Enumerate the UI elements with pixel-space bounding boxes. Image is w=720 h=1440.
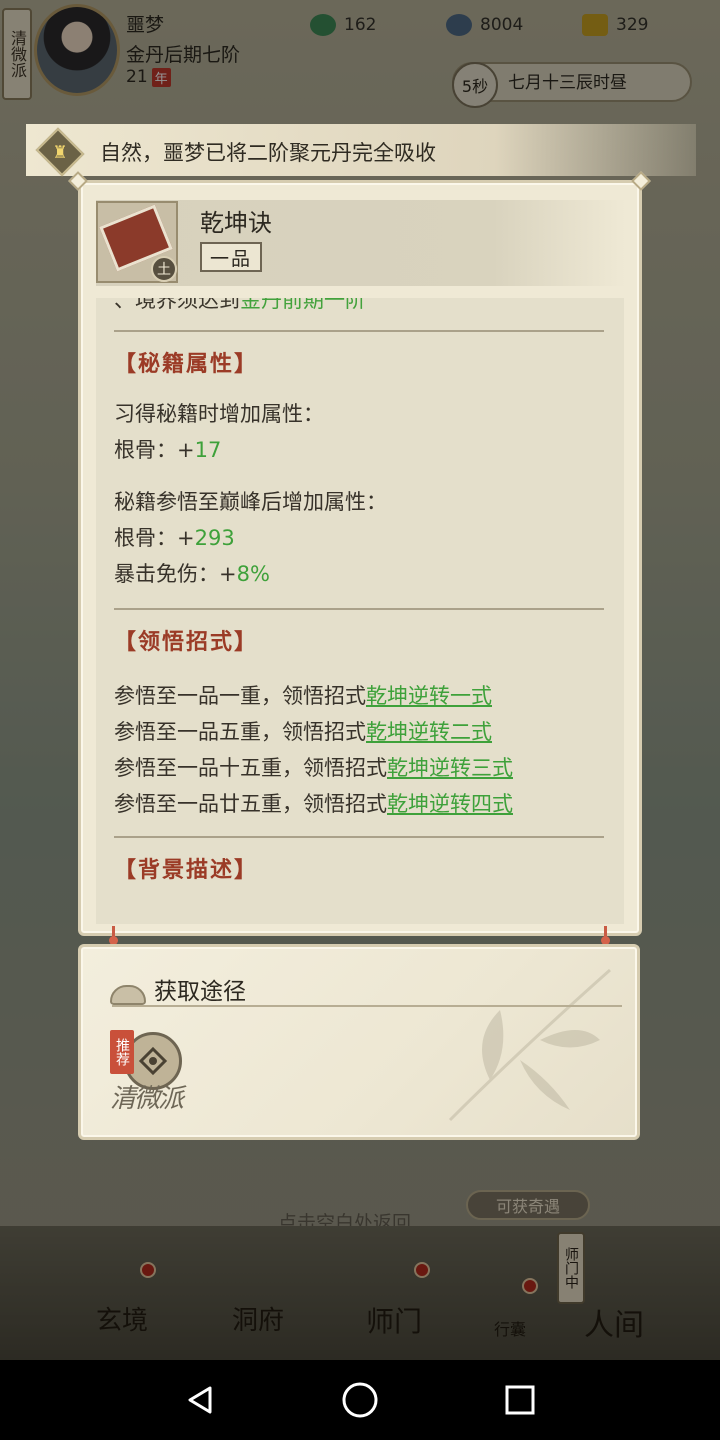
section-divider [114,836,604,838]
technique-link[interactable]: 乾坤逆转四式 [387,792,513,816]
spirit-orb-icon [310,14,336,36]
requirement-line: 、境界须达到金丹前期一阶 [114,298,604,316]
technique-line: 参悟至一品一重，领悟招式乾坤逆转一式 [114,678,604,714]
attr-section-title: 【秘籍属性】 [114,351,259,377]
technique-condition: 参悟至一品十五重，领悟招式 [114,756,387,780]
nav-shimen[interactable]: 师门 [366,1300,422,1340]
technique-line: 参悟至一品十五重，领悟招式乾坤逆转三式 [114,750,604,786]
item-description-scroll[interactable]: 、境界须达到金丹前期一阶 【秘籍属性】 习得秘籍时增加属性： 根骨：+17 秘籍… [96,298,624,924]
back-triangle-icon [188,1386,212,1414]
section-divider [114,608,604,610]
recommend-tag: 推荐 [110,1030,134,1074]
attr-value: 8% [236,562,270,586]
gold-ingot-icon [582,14,608,36]
peak-label: 秘籍参悟至巅峰后增加属性： [114,490,387,514]
resource-value: 329 [616,15,649,35]
element-badge: 土 [151,256,177,282]
nav-xingnang[interactable]: 行囊 [494,1316,526,1340]
resource-spirit-stone[interactable]: 8004 [446,14,523,36]
technique-condition: 参悟至一品五重，领悟招式 [114,720,366,744]
back-button[interactable] [176,1376,224,1424]
system-nav-bar [0,1360,720,1440]
learn-label: 习得秘籍时增加属性： [114,402,324,426]
attr-name: 暴击免伤：+ [114,562,237,586]
background-section-title: 【背景描述】 [114,857,259,883]
resource-value: 162 [344,15,377,35]
recents-button[interactable] [496,1376,544,1424]
attr-name: 根骨：+ [114,438,195,462]
technique-link[interactable]: 乾坤逆转三式 [387,756,513,780]
item-name: 乾坤诀 [200,209,272,237]
peak-attr-rootbone: 根骨：+293 [114,520,604,556]
requirement-prefix: 、境界须达到 [114,298,240,312]
bamboo-decoration-icon [448,968,611,1122]
recents-square-icon [505,1385,535,1415]
acquire-title: 获取途径 [154,979,246,1005]
player-name: 噩梦 [126,14,165,36]
notice-text: 自然，噩梦已将二阶聚元丹完全吸收 [100,141,436,165]
source-sect-name: 清微派 [110,1084,184,1114]
game-time: 七月十三辰时昼 [508,73,627,93]
game-time-bar [452,62,692,102]
attr-name: 根骨：+ [114,526,195,550]
technique-condition: 参悟至一品廿五重，领悟招式 [114,792,387,816]
nav-dongfu[interactable]: 洞府 [232,1300,284,1337]
technique-condition: 参悟至一品一重，领悟招式 [114,684,366,708]
technique-line: 参悟至一品廿五重，领悟招式乾坤逆转四式 [114,786,604,822]
peak-attr-crit-resist: 暴击免伤：+8% [114,556,604,592]
encounter-button[interactable]: 可获奇遇 [466,1190,590,1220]
nav-renjian[interactable]: 人间 [584,1300,644,1344]
resource-gold-ingot[interactable]: 329 [582,14,648,36]
technique-link[interactable]: 乾坤逆转二式 [366,720,492,744]
home-circle-icon [342,1382,378,1418]
nav-xuanjing[interactable]: 玄境 [96,1300,148,1337]
attr-value: 293 [194,526,235,550]
attr-value: 17 [194,438,222,462]
technique-line: 参悟至一品五重，领悟招式乾坤逆转二式 [114,714,604,750]
player-realm: 金丹后期七阶 [126,44,241,66]
home-button[interactable] [336,1376,384,1424]
section-divider [114,330,604,332]
item-grade-tag: 一品 [200,242,262,272]
technique-link[interactable]: 乾坤逆转一式 [366,684,492,708]
age-unit-tag: 年 [151,67,171,87]
player-avatar[interactable] [34,4,120,96]
notification-dot-icon [522,1278,538,1294]
notification-dot-icon [140,1262,156,1278]
bottom-navigation [0,1226,720,1360]
notification-dot-icon [414,1262,430,1278]
learn-attr: 根骨：+17 [114,432,604,468]
age-value: 21 [126,67,148,87]
player-age: 21 年 [126,67,171,87]
tech-section-title: 【领悟招式】 [114,629,259,655]
tap-blank-hint: 点击空白处返回 [278,1212,412,1234]
shimen-status-tag: 师门中 [557,1232,585,1304]
acquire-divider [112,1005,622,1007]
timer-countdown: 5秒 [452,62,498,108]
requirement-value: 金丹前期一阶 [240,298,366,312]
spirit-stone-icon [446,14,472,36]
resource-value: 8004 [480,15,524,35]
resource-spirit-orb[interactable]: 162 [310,14,376,36]
sect-banner[interactable]: 清微派 [2,8,32,100]
